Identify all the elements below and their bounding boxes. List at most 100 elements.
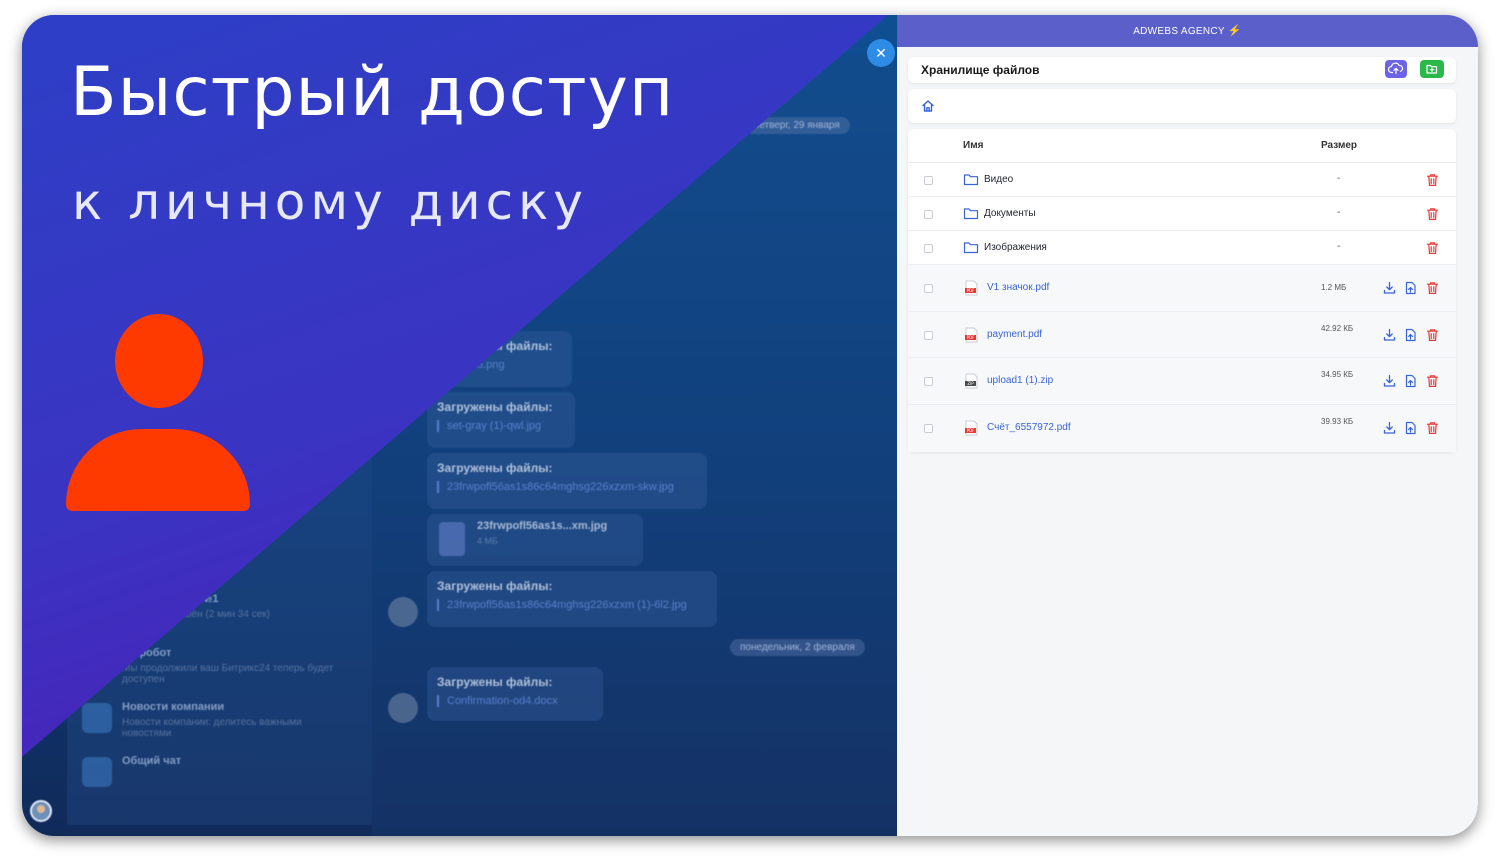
trash-icon[interactable]	[1426, 173, 1439, 187]
svg-text:PDF: PDF	[967, 335, 975, 340]
date-separator: понедельник, 2 февраля	[730, 639, 865, 656]
chat-avatar	[82, 595, 112, 625]
download-icon[interactable]	[1383, 328, 1396, 342]
folder-name[interactable]: Видео	[984, 174, 1013, 185]
chat-avatar	[82, 757, 112, 787]
file-name-link[interactable]: upload1 (1).zip	[987, 375, 1053, 386]
folder-row[interactable]: Видео -	[908, 163, 1456, 197]
folder-row[interactable]: Изображения -	[908, 231, 1456, 265]
row-checkbox[interactable]	[924, 331, 933, 340]
chat-name: Общий чат	[122, 755, 182, 767]
close-panel-button[interactable]: ✕	[867, 39, 895, 67]
row-checkbox[interactable]	[924, 377, 933, 386]
file-name-link[interactable]: V1 значок.pdf	[987, 282, 1049, 293]
file-name-link[interactable]: payment.pdf	[987, 329, 1042, 340]
attachment-size: 4 МБ	[477, 536, 498, 546]
brand-name: ADWEBS AGENCY	[1133, 26, 1225, 37]
trash-icon[interactable]	[1426, 281, 1439, 295]
row-checkbox[interactable]	[924, 284, 933, 293]
message-bubble: Загружены файлы: ulti-e68.png	[427, 331, 572, 387]
folder-plus-icon	[1426, 64, 1438, 74]
sender-avatar	[388, 597, 418, 627]
folder-name[interactable]: Документы	[984, 208, 1036, 219]
message-bubble: Загружены файлы: Confirmation-od4.docx	[427, 667, 603, 721]
file-size: 34.95 КБ	[1321, 370, 1354, 379]
file-name-link[interactable]: Счёт_6557972.pdf	[987, 422, 1071, 433]
message-file-link[interactable]: Confirmation-od4.docx	[437, 695, 593, 707]
screenshot-frame: четверг, 29 января Загружены файлы: ulti…	[22, 15, 1478, 836]
message-file-link[interactable]: ulti-e68.png	[437, 359, 562, 371]
trash-icon[interactable]	[1426, 207, 1439, 221]
download-icon[interactable]	[1383, 421, 1396, 435]
file-row[interactable]: PDF Счёт_6557972.pdf 39.93 КБ	[908, 405, 1456, 452]
home-icon[interactable]	[921, 99, 935, 113]
chat-preview: Новости компании: делитесь важными новос…	[122, 717, 302, 739]
background-chat-app: четверг, 29 января Загружены файлы: ulti…	[22, 15, 897, 836]
file-row[interactable]: PDF V1 значок.pdf 1.2 МБ	[908, 265, 1456, 312]
message-title: Загружены файлы:	[437, 400, 553, 414]
chat-preview: Звонок завершён (2 мин 34 сек)	[122, 609, 270, 620]
folder-icon	[963, 208, 979, 220]
message-file-link[interactable]: set-gray (1)-qwl.jpg	[437, 420, 565, 432]
message-bubble: Загружены файлы: set-gray (1)-qwl.jpg	[427, 392, 575, 448]
svg-text:ZIP: ZIP	[967, 381, 974, 386]
chat-list-item[interactable]: Конференция №1 Звонок завершён (2 мин 34…	[82, 591, 362, 635]
message-title: Загружены файлы:	[437, 339, 553, 353]
pdf-file-icon: PDF	[965, 280, 978, 296]
row-checkbox[interactable]	[924, 424, 933, 433]
file-table: Имя Размер Видео - Документы - Изображен…	[908, 129, 1456, 452]
file-size: 1.2 МБ	[1321, 283, 1347, 292]
chat-preview: Мы продолжили ваш Битрикс24 теперь будет…	[122, 663, 334, 685]
message-title: Загружены файлы:	[437, 675, 553, 689]
message-title: Загружены файлы:	[437, 579, 553, 593]
share-file-icon[interactable]	[1404, 374, 1417, 388]
chat-list-item[interactable]: Инфобот Мы продолжили ваш Битрикс24 тепе…	[82, 645, 362, 689]
trash-icon[interactable]	[1426, 421, 1439, 435]
breadcrumb	[908, 89, 1456, 123]
folder-icon	[963, 242, 979, 254]
download-icon[interactable]	[1383, 281, 1396, 295]
folder-name[interactable]: Изображения	[984, 242, 1047, 253]
date-separator: четверг, 29 января	[744, 117, 850, 134]
column-header-size[interactable]: Размер	[1321, 140, 1357, 151]
file-row[interactable]: ZIP upload1 (1).zip 34.95 КБ	[908, 358, 1456, 405]
sender-avatar	[388, 693, 418, 723]
message-file-link[interactable]: 23frwpofl56as1s86c64mghsg226xzxm-skw.jpg	[437, 481, 697, 493]
chat-name: Новости компании	[122, 701, 225, 713]
row-checkbox[interactable]	[924, 176, 933, 185]
share-file-icon[interactable]	[1404, 328, 1417, 342]
download-icon[interactable]	[1383, 374, 1396, 388]
table-header: Имя Размер	[908, 129, 1456, 163]
share-file-icon[interactable]	[1404, 281, 1417, 295]
chat-list-item[interactable]: Новости компании Новости компании: делит…	[82, 699, 362, 743]
chat-list-item[interactable]: Общий чат	[82, 753, 362, 797]
item-size: -	[1337, 173, 1341, 184]
upload-button[interactable]	[1385, 60, 1407, 78]
chat-avatar	[82, 649, 112, 679]
message-title: Загружены файлы:	[437, 461, 553, 475]
trash-icon[interactable]	[1426, 374, 1439, 388]
attachment-thumbnail	[439, 522, 465, 556]
user-avatar[interactable]	[30, 800, 52, 822]
storage-title: Хранилище файлов	[921, 63, 1040, 77]
attachment-bubble: 23frwpofl56as1s...xm.jpg 4 МБ	[427, 514, 643, 566]
column-header-name[interactable]: Имя	[963, 140, 983, 151]
message-file-link[interactable]: 23frwpofl56as1s86c64mghsg226xzxm (1)-6l2…	[437, 599, 707, 611]
lightning-icon: ⚡	[1227, 25, 1242, 37]
brand-bar: ADWEBS AGENCY ⚡	[897, 15, 1478, 47]
share-file-icon[interactable]	[1404, 421, 1417, 435]
chat-avatar	[82, 703, 112, 733]
attachment-name[interactable]: 23frwpofl56as1s...xm.jpg	[477, 520, 607, 532]
row-checkbox[interactable]	[924, 244, 933, 253]
pdf-file-icon: PDF	[965, 327, 978, 343]
file-size: 39.93 КБ	[1321, 417, 1354, 426]
pdf-file-icon: PDF	[965, 420, 978, 436]
row-checkbox[interactable]	[924, 210, 933, 219]
message-bubble: Загружены файлы: 23frwpofl56as1s86c64mgh…	[427, 571, 717, 627]
trash-icon[interactable]	[1426, 241, 1439, 255]
new-folder-button[interactable]	[1420, 60, 1444, 78]
trash-icon[interactable]	[1426, 328, 1439, 342]
folder-row[interactable]: Документы -	[908, 197, 1456, 231]
person-icon-head	[115, 314, 203, 408]
file-row[interactable]: PDF payment.pdf 42.92 КБ	[908, 312, 1456, 358]
